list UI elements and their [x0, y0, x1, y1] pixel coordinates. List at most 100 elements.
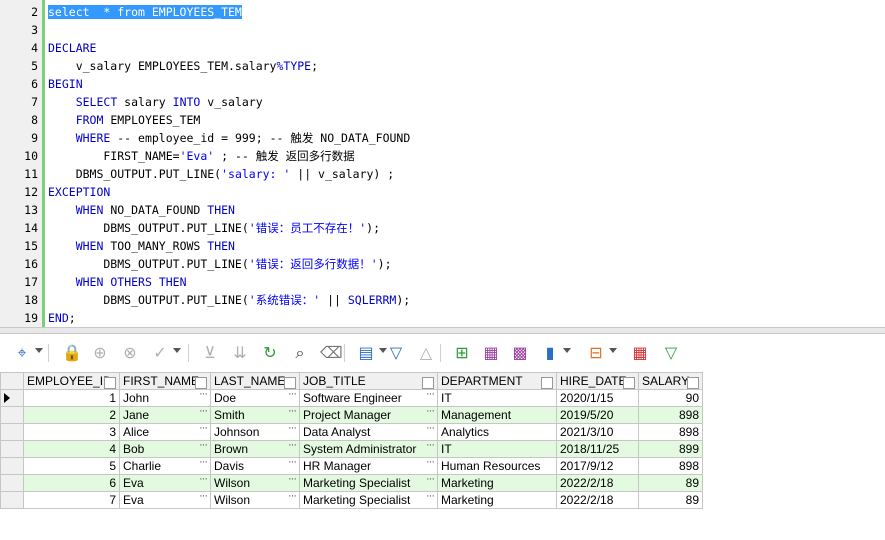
- table-cell[interactable]: 89: [638, 491, 703, 509]
- table-cell[interactable]: Alice ···: [119, 422, 211, 441]
- cell-editor-button[interactable]: ···: [199, 456, 208, 468]
- table-cell[interactable]: 1: [23, 389, 120, 407]
- row-indicator[interactable]: [0, 440, 24, 458]
- table-cell[interactable]: 2022/2/18: [556, 491, 639, 509]
- code-line[interactable]: 9 WHERE -- employee_id = 999; -- 触发 NO_D…: [0, 129, 885, 147]
- table-cell[interactable]: 7: [23, 491, 120, 509]
- table-cell[interactable]: 899: [638, 440, 703, 458]
- dropdown-arrow-icon[interactable]: [35, 348, 43, 353]
- column-filter-icon[interactable]: [623, 377, 635, 389]
- code-line[interactable]: 10 FIRST_NAME='Eva' ; -- 触发 返回多行数据: [0, 147, 885, 165]
- table-cell[interactable]: Davis ···: [210, 456, 300, 475]
- cell-editor-button[interactable]: ···: [426, 422, 435, 434]
- cell-editor-button[interactable]: ···: [288, 405, 297, 417]
- table-cell[interactable]: Eva ···: [119, 490, 211, 509]
- column-header[interactable]: DEPARTMENT: [437, 372, 557, 390]
- table-row[interactable]: 3 Alice ··· Johnson ··· Data Analyst ··· Analyt…: [0, 422, 703, 441]
- table-cell[interactable]: Marketing Specialist ···: [299, 490, 438, 509]
- cell-editor-button[interactable]: ···: [288, 422, 297, 434]
- table-cell[interactable]: Jane ···: [119, 405, 211, 424]
- table-cell[interactable]: 2018/11/25: [556, 440, 639, 458]
- cell-editor-button[interactable]: ···: [199, 490, 208, 502]
- add-row-icon[interactable]: ⊕: [90, 343, 110, 363]
- code-line[interactable]: 2 select * from EMPLOYEES_TEM: [0, 3, 885, 21]
- dropdown-arrow-icon[interactable]: [173, 348, 181, 353]
- table-cell[interactable]: 2019/5/20: [556, 406, 639, 424]
- column-header[interactable]: FIRST_NAME: [119, 372, 211, 390]
- table-cell[interactable]: 6: [23, 474, 120, 492]
- table-cell[interactable]: IT: [437, 440, 557, 458]
- cell-editor-button[interactable]: ···: [288, 490, 297, 502]
- table-cell[interactable]: IT: [437, 389, 557, 407]
- split-divider[interactable]: [0, 327, 885, 334]
- column-header[interactable]: LAST_NAME: [210, 372, 300, 390]
- table-cell[interactable]: Charlie ···: [119, 456, 211, 475]
- code-line[interactable]: 15 WHEN TOO_MANY_ROWS THEN: [0, 237, 885, 255]
- column-header[interactable]: JOB_TITLE: [299, 372, 438, 390]
- export-icon[interactable]: ▩: [510, 343, 530, 363]
- row-indicator[interactable]: [0, 457, 24, 475]
- row-indicator[interactable]: [0, 423, 24, 441]
- column-filter-icon[interactable]: [104, 377, 116, 389]
- row-indicator[interactable]: [0, 491, 24, 509]
- table-cell[interactable]: 2021/3/10: [556, 423, 639, 441]
- filter-icon[interactable]: ▽: [661, 343, 681, 363]
- table-cell[interactable]: Human Resources: [437, 457, 557, 475]
- code-line[interactable]: 12 EXCEPTION: [0, 183, 885, 201]
- column-header[interactable]: SALARY: [638, 372, 703, 390]
- column-filter-icon[interactable]: [541, 377, 553, 389]
- table-cell[interactable]: 90: [638, 389, 703, 407]
- result-table[interactable]: EMPLOYEE_ID FIRST_NAME LAST_NAME JOB_TITLE D…: [0, 372, 703, 509]
- table-cell[interactable]: 2: [23, 406, 120, 424]
- cell-editor-button[interactable]: ···: [426, 490, 435, 502]
- table-cell[interactable]: Doe ···: [210, 388, 300, 407]
- pivot-icon[interactable]: ⊟: [586, 343, 606, 363]
- table-cell[interactable]: 898: [638, 406, 703, 424]
- apply-icon[interactable]: ✓: [150, 343, 170, 363]
- code-line[interactable]: 19 END;: [0, 309, 885, 327]
- table-row[interactable]: 4 Bob ··· Brown ··· System Administrator ··· IT…: [0, 439, 703, 458]
- cell-editor-button[interactable]: ···: [288, 456, 297, 468]
- code-line[interactable]: 14 DBMS_OUTPUT.PUT_LINE('错误：员工不存在！');: [0, 219, 885, 237]
- code-line[interactable]: 7 SELECT salary INTO v_salary: [0, 93, 885, 111]
- record-view-icon[interactable]: ▦: [481, 343, 501, 363]
- code-line[interactable]: 18 DBMS_OUTPUT.PUT_LINE('系统错误：' || SQLER…: [0, 291, 885, 309]
- table-row[interactable]: 6 Eva ··· Wilson ··· Marketing Specialist ··· M…: [0, 473, 703, 492]
- table-cell[interactable]: Software Engineer ···: [299, 388, 438, 407]
- chart-icon[interactable]: ▮: [540, 343, 560, 363]
- column-filter-icon[interactable]: [687, 377, 699, 389]
- table-cell[interactable]: John ···: [119, 388, 211, 407]
- column-header[interactable]: HIRE_DATE: [556, 372, 639, 390]
- delete-row-icon[interactable]: ⊗: [120, 343, 140, 363]
- table-cell[interactable]: 898: [638, 457, 703, 475]
- cell-editor-button[interactable]: ···: [426, 456, 435, 468]
- cell-editor-button[interactable]: ···: [288, 388, 297, 400]
- cell-editor-button[interactable]: ···: [199, 388, 208, 400]
- table-view-icon[interactable]: ▦: [630, 343, 650, 363]
- code-line[interactable]: 11 DBMS_OUTPUT.PUT_LINE('salary: ' || v_…: [0, 165, 885, 183]
- row-indicator[interactable]: [0, 474, 24, 492]
- table-cell[interactable]: 4: [23, 440, 120, 458]
- code-line[interactable]: 17 WHEN OTHERS THEN: [0, 273, 885, 291]
- move-down-icon[interactable]: ⊻: [200, 343, 220, 363]
- row-indicator[interactable]: [0, 389, 24, 407]
- table-row[interactable]: 1 John ··· Doe ··· Software Engineer ··· IT 2020…: [0, 388, 703, 407]
- lock-icon[interactable]: 🔒: [62, 343, 82, 363]
- table-cell[interactable]: Marketing: [437, 491, 557, 509]
- table-cell[interactable]: Bob ···: [119, 439, 211, 458]
- table-cell[interactable]: Brown ···: [210, 439, 300, 458]
- grid-options-icon[interactable]: ⌖: [12, 343, 32, 363]
- sort-asc-icon[interactable]: △: [416, 343, 436, 363]
- cell-editor-button[interactable]: ···: [426, 405, 435, 417]
- cell-editor-button[interactable]: ···: [426, 388, 435, 400]
- table-cell[interactable]: 3: [23, 423, 120, 441]
- dropdown-arrow-icon[interactable]: [563, 348, 571, 353]
- code-line[interactable]: 3: [0, 21, 885, 39]
- cell-editor-button[interactable]: ···: [199, 422, 208, 434]
- table-cell[interactable]: HR Manager ···: [299, 456, 438, 475]
- table-cell[interactable]: Marketing: [437, 474, 557, 492]
- code-line[interactable]: 6 BEGIN: [0, 75, 885, 93]
- columns-icon[interactable]: ▤: [356, 343, 376, 363]
- column-header[interactable]: EMPLOYEE_ID: [23, 372, 120, 390]
- code-line[interactable]: 13 WHEN NO_DATA_FOUND THEN: [0, 201, 885, 219]
